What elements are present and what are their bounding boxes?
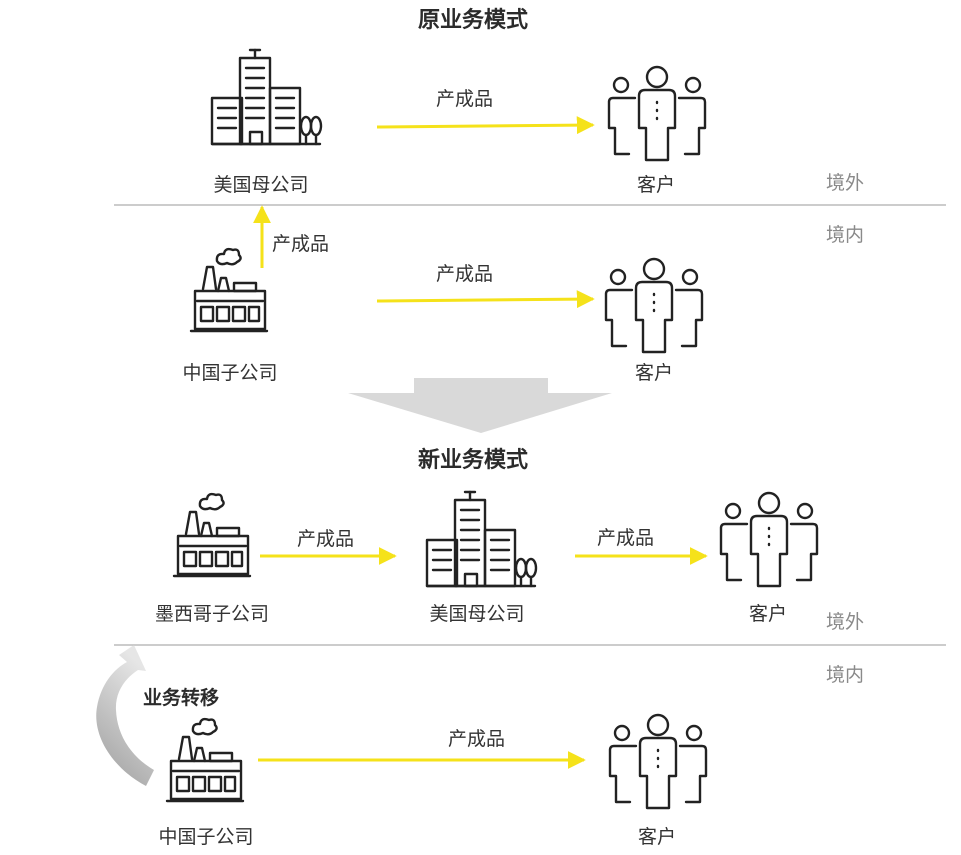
region-overseas-original: 境外 [826, 172, 865, 194]
transition-down-arrow [348, 378, 612, 433]
arrow-china-to-customer-original [376, 290, 595, 309]
mexico-subsidiary-label-new: 墨西哥子公司 [154, 603, 270, 625]
flow-label-china-to-customer-original: 产成品 [436, 263, 494, 285]
flow-label-china-to-customer-new: 产成品 [448, 728, 506, 750]
customer-label-original-top: 客户 [636, 174, 676, 196]
factory-icon [172, 492, 252, 578]
business-transfer-arrow [96, 645, 154, 786]
us-parent-label-original: 美国母公司 [213, 174, 309, 196]
customer-label-new-bottom: 客户 [637, 826, 677, 848]
original-model-title: 原业务模式 [418, 8, 529, 33]
office-building-icon [425, 490, 538, 588]
china-subsidiary-label-new: 中国子公司 [158, 826, 254, 848]
factory-icon [189, 247, 269, 333]
factory-icon [165, 717, 245, 803]
business-transfer-label: 业务转移 [143, 687, 220, 709]
region-overseas-new: 境外 [826, 611, 865, 633]
new-model-title: 新业务模式 [418, 448, 529, 473]
region-domestic-new: 境内 [826, 664, 865, 686]
customer-label-new-top: 客户 [748, 603, 788, 625]
flow-label-us-to-customer-original: 产成品 [436, 88, 494, 110]
flow-label-us-to-customer-new: 产成品 [597, 527, 655, 549]
flow-label-china-to-us-original: 产成品 [272, 233, 330, 255]
customer-group-icon [607, 65, 707, 162]
customer-group-icon [604, 257, 704, 354]
region-domestic-original: 境内 [826, 224, 865, 246]
customer-group-icon [608, 713, 708, 810]
china-subsidiary-label-original: 中国子公司 [182, 362, 278, 384]
customer-label-original-bottom: 客户 [634, 362, 674, 384]
office-building-icon [210, 48, 323, 146]
flow-label-mexico-to-us-new: 产成品 [297, 528, 355, 550]
arrow-us-to-customer-original [376, 116, 595, 135]
us-parent-label-new: 美国母公司 [429, 603, 525, 625]
customer-group-icon [719, 491, 819, 588]
